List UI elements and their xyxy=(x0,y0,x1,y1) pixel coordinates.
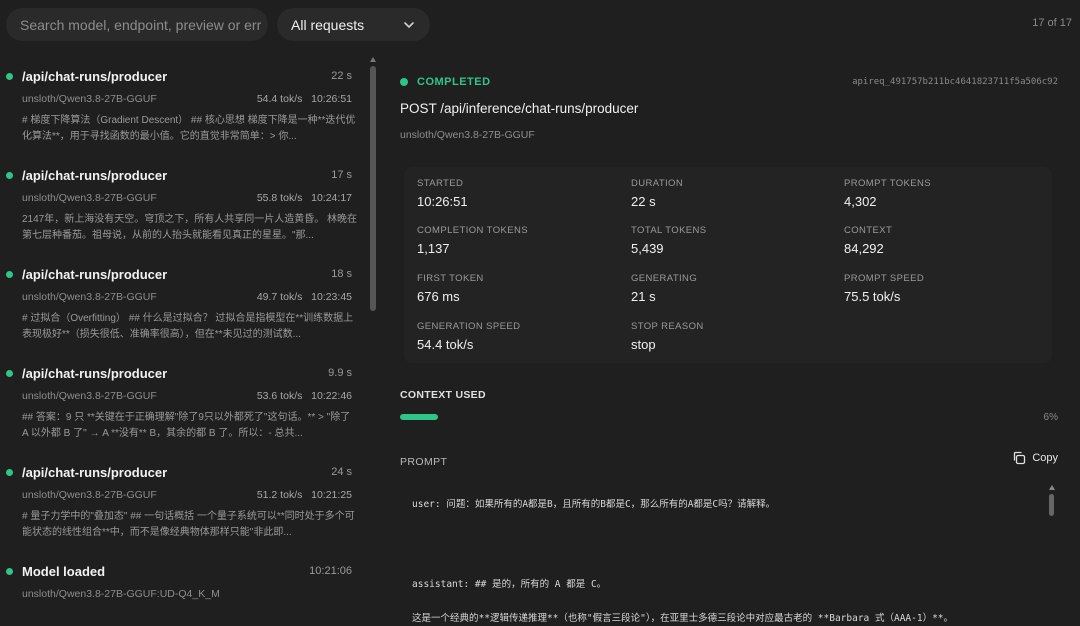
stat-value: 5,439 xyxy=(631,241,664,256)
stat-label: STOP REASON xyxy=(631,321,704,332)
status-text: COMPLETED xyxy=(417,76,491,88)
endpoint-title: POST /api/inference/chat-runs/producer xyxy=(400,101,639,116)
request-title: /api/chat-runs/producer xyxy=(22,465,168,480)
stat-prompt-speed: PROMPT SPEED 75.5 tok/s xyxy=(844,273,924,304)
stat-prompt-tokens: PROMPT TOKENS 4,302 xyxy=(844,178,931,209)
chevron-down-icon xyxy=(404,21,414,28)
stat-label: GENERATION SPEED xyxy=(417,321,521,332)
request-model: unsloth/Qwen3.8-27B-GGUF xyxy=(22,93,157,105)
status-dot xyxy=(6,271,13,278)
stat-label: FIRST TOKEN xyxy=(417,273,484,284)
request-snippet: 2147年，新上海没有天空。穹顶之下，所有人共享同一片人造黄昏。 林晚在第七层种… xyxy=(22,214,358,241)
copy-label: Copy xyxy=(1032,452,1058,464)
request-snippet: ## 答案：9 只 **关键在于正确理解"除了9只以外都死了"这句话。** > … xyxy=(22,412,351,439)
context-progress-bar xyxy=(400,414,1030,420)
request-snippet: # 过拟合（Overfitting） ## 什么是过拟合？ 过拟合是指模型在**… xyxy=(22,313,354,340)
prompt-line: user: 问题：如果所有的A都是B，且所有的B都是C，那么所有的A都是C吗？请… xyxy=(412,499,776,510)
stat-first-token: FIRST TOKEN 676 ms xyxy=(417,273,484,304)
stat-value: 75.5 tok/s xyxy=(844,289,901,304)
status-dot xyxy=(6,370,13,377)
stat-value: 1,137 xyxy=(417,241,450,256)
stat-completion-tokens: COMPLETION TOKENS 1,137 xyxy=(417,225,528,256)
request-meta: 53.6 tok/s 10:22:46 xyxy=(256,390,352,402)
status-dot xyxy=(6,172,13,179)
stat-stop-reason: STOP REASON stop xyxy=(631,321,704,352)
request-filter-select[interactable]: All requests xyxy=(277,8,430,41)
request-title: /api/chat-runs/producer xyxy=(22,366,168,381)
copy-button[interactable]: Copy xyxy=(1012,451,1058,465)
status-dot xyxy=(400,78,408,86)
stat-value: 10:26:51 xyxy=(417,194,468,209)
context-progress-fill xyxy=(400,414,438,420)
request-list: /api/chat-runs/producer 22 s unsloth/Qwe… xyxy=(0,56,368,626)
request-counter: 17 of 17 xyxy=(1032,17,1072,29)
request-model: unsloth/Qwen3.8-27B-GGUF xyxy=(22,192,157,204)
stat-value: 676 ms xyxy=(417,289,460,304)
stat-value: 21 s xyxy=(631,289,656,304)
status-indicator: COMPLETED xyxy=(400,76,491,88)
top-bar: Search model, endpoint, preview or err A… xyxy=(0,0,1080,50)
context-used-label: CONTEXT USED xyxy=(400,389,486,401)
stat-total-tokens: TOTAL TOKENS 5,439 xyxy=(631,225,707,256)
request-duration: 22 s xyxy=(331,70,352,82)
request-title: /api/chat-runs/producer xyxy=(22,69,168,84)
search-input[interactable]: Search model, endpoint, preview or err xyxy=(6,8,268,41)
stat-value: 22 s xyxy=(631,194,656,209)
event-time: 10:21:06 xyxy=(309,565,352,577)
request-snippet: # 梯度下降算法（Gradient Descent） ## 核心思想 梯度下降是… xyxy=(22,115,356,142)
list-scroll-up-arrow[interactable] xyxy=(370,57,376,62)
stat-label: TOTAL TOKENS xyxy=(631,225,707,236)
request-meta: 51.2 tok/s 10:21:25 xyxy=(256,489,352,501)
stat-label: PROMPT SPEED xyxy=(844,273,925,284)
stat-context: CONTEXT 84,292 xyxy=(844,225,892,256)
copy-icon xyxy=(1014,451,1026,465)
request-meta: 54.4 tok/s 10:26:51 xyxy=(256,93,352,105)
prompt-scroll-up-arrow[interactable] xyxy=(1049,485,1055,490)
search-placeholder: Search model, endpoint, preview or err xyxy=(20,16,262,33)
request-duration: 24 s xyxy=(331,466,352,478)
prompt-scrollbar[interactable] xyxy=(1049,494,1054,516)
list-scrollbar[interactable] xyxy=(370,66,376,311)
request-model: unsloth/Qwen3.8-27B-GGUF xyxy=(22,291,157,303)
stat-value: stop xyxy=(631,337,656,352)
request-meta: 49.7 tok/s 10:23:45 xyxy=(256,291,352,303)
stat-label: COMPLETION TOKENS xyxy=(417,225,528,236)
stat-label: CONTEXT xyxy=(844,225,893,236)
stat-value: 54.4 tok/s xyxy=(417,337,474,352)
stat-generation-speed: GENERATION SPEED 54.4 tok/s xyxy=(417,321,520,352)
event-model: unsloth/Qwen3.8-27B-GGUF:UD-Q4_K_M xyxy=(22,588,220,600)
request-model: unsloth/Qwen3.8-27B-GGUF xyxy=(22,390,157,402)
request-duration: 9.9 s xyxy=(328,367,352,379)
request-detail-panel: COMPLETED apireq_491757b211bc4641823711f… xyxy=(388,56,1080,626)
prompt-label: PROMPT xyxy=(400,456,448,468)
request-id: apireq_491757b211bc4641823711f5a506c92 xyxy=(852,77,1058,87)
prompt-line: 这是一个经典的**逻辑传递推理**（也称"假言三段论"），在亚里士多德三段论中对… xyxy=(412,613,954,624)
status-dot xyxy=(6,469,13,476)
stat-started: STARTED 10:26:51 xyxy=(417,178,468,209)
request-duration: 18 s xyxy=(331,268,352,280)
stat-label: PROMPT TOKENS xyxy=(844,178,932,189)
request-model: unsloth/Qwen3.8-27B-GGUF xyxy=(22,489,157,501)
stat-label: DURATION xyxy=(631,178,684,189)
prompt-content[interactable]: user: 问题：如果所有的A都是B，且所有的B都是C，那么所有的A都是C吗？请… xyxy=(400,481,1060,626)
stat-generating: GENERATING 21 s xyxy=(631,273,697,304)
request-title: /api/chat-runs/producer xyxy=(22,168,168,183)
stat-duration: DURATION 22 s xyxy=(631,178,683,209)
detail-model: unsloth/Qwen3.8-27B-GGUF xyxy=(400,129,535,141)
status-dot xyxy=(6,568,13,575)
request-duration: 17 s xyxy=(331,169,352,181)
filter-selected-label: All requests xyxy=(291,16,365,33)
stat-label: GENERATING xyxy=(631,273,698,284)
request-snippet: # 量子力学中的"叠加态" ## 一句话概括 一个量子系统可以**同时处于多个可… xyxy=(22,511,355,538)
context-percent: 6% xyxy=(1043,412,1058,423)
request-title: /api/chat-runs/producer xyxy=(22,267,168,282)
request-meta: 55.8 tok/s 10:24:17 xyxy=(256,192,352,204)
prompt-line: assistant: ## 是的，所有的 A 都是 C。 xyxy=(412,579,607,590)
event-title: Model loaded xyxy=(22,564,106,579)
stat-value: 84,292 xyxy=(844,241,884,256)
status-dot xyxy=(6,73,13,80)
stat-value: 4,302 xyxy=(844,194,877,209)
stat-label: STARTED xyxy=(417,178,464,189)
stats-grid: STARTED 10:26:51 DURATION 22 s PROMPT TO… xyxy=(404,167,1052,363)
